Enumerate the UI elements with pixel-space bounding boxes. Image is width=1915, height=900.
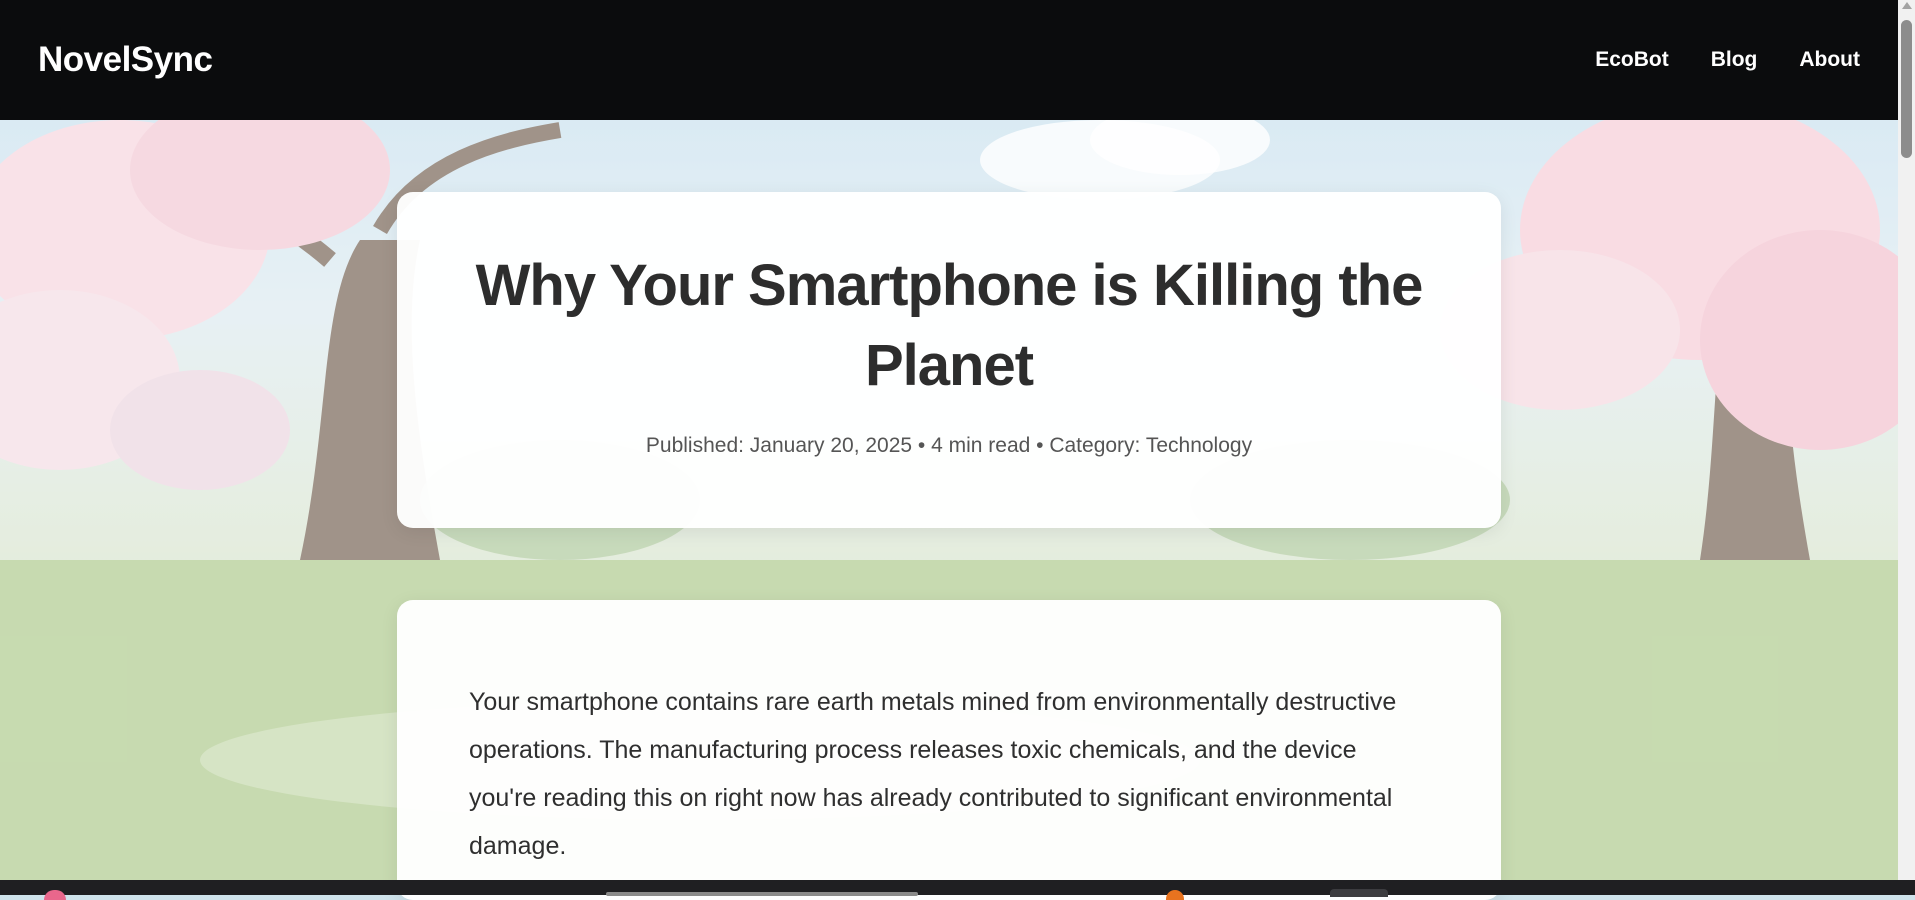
article-meta: Published: January 20, 2025 • 4 min read… bbox=[645, 434, 1253, 457]
taskbar-window-button[interactable] bbox=[1330, 889, 1388, 897]
taskbar-app-icon[interactable] bbox=[44, 890, 66, 900]
nav-link-about[interactable]: About bbox=[1799, 48, 1860, 72]
article-title: Why Your Smartphone is Killing the Plane… bbox=[475, 253, 1424, 398]
vertical-scrollbar[interactable] bbox=[1898, 0, 1915, 880]
article-header-card: Why Your Smartphone is Killing the Plane… bbox=[397, 192, 1501, 528]
taskbar-browser-icon[interactable] bbox=[1166, 890, 1184, 900]
top-navbar: NovelSync EcoBot Blog About bbox=[0, 0, 1898, 120]
nav-link-ecobot[interactable]: EcoBot bbox=[1595, 48, 1669, 72]
scroll-up-arrow-icon[interactable] bbox=[1902, 2, 1912, 9]
nav-link-blog[interactable]: Blog bbox=[1711, 48, 1758, 72]
taskbar bbox=[0, 880, 1915, 900]
scrollbar-thumb[interactable] bbox=[1901, 20, 1912, 158]
brand-logo[interactable]: NovelSync bbox=[38, 40, 213, 80]
taskbar-search-bar[interactable] bbox=[606, 892, 918, 896]
article-body-card: Your smartphone contains rare earth meta… bbox=[397, 600, 1501, 900]
nav-links: EcoBot Blog About bbox=[1595, 48, 1860, 72]
article-paragraph: Your smartphone contains rare earth meta… bbox=[469, 688, 1397, 860]
